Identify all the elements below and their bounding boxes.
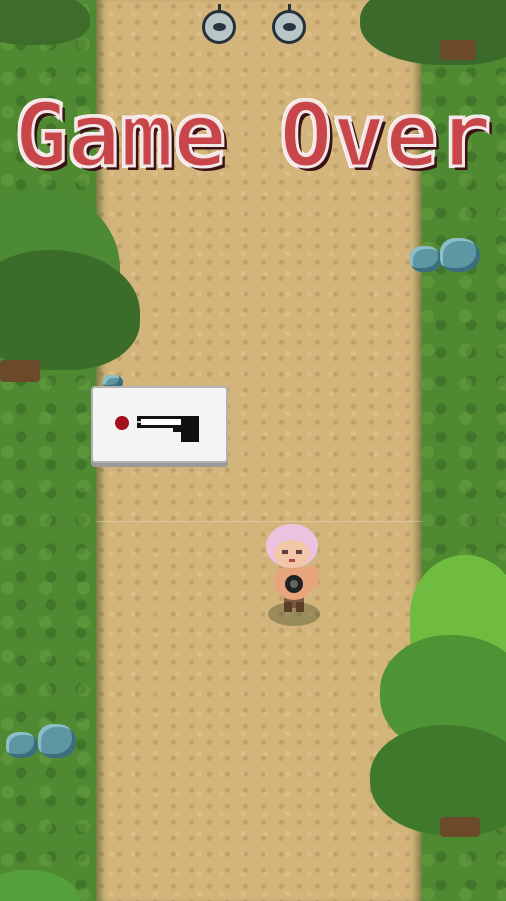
enemy-face-icon — [272, 4, 306, 44]
enemy-face-icon — [202, 4, 236, 44]
tree-top-right — [360, 0, 506, 80]
tree-bottom-left — [0, 870, 90, 901]
tree-right-large — [370, 555, 506, 845]
red-dot-icon — [115, 416, 129, 430]
rock-right-top-2 — [440, 238, 480, 272]
rock-left-bottom-2 — [38, 724, 76, 758]
tree-top-left — [0, 0, 90, 50]
pistol-icon — [137, 416, 199, 442]
game-scene: Game Over — [0, 0, 506, 901]
rock-right-top — [410, 246, 442, 272]
tree-left-large — [0, 190, 150, 400]
player-character — [266, 524, 320, 626]
weapon-select-button[interactable] — [91, 386, 228, 463]
rock-left-bottom — [6, 732, 38, 758]
game-over-title: Game Over — [13, 84, 493, 187]
